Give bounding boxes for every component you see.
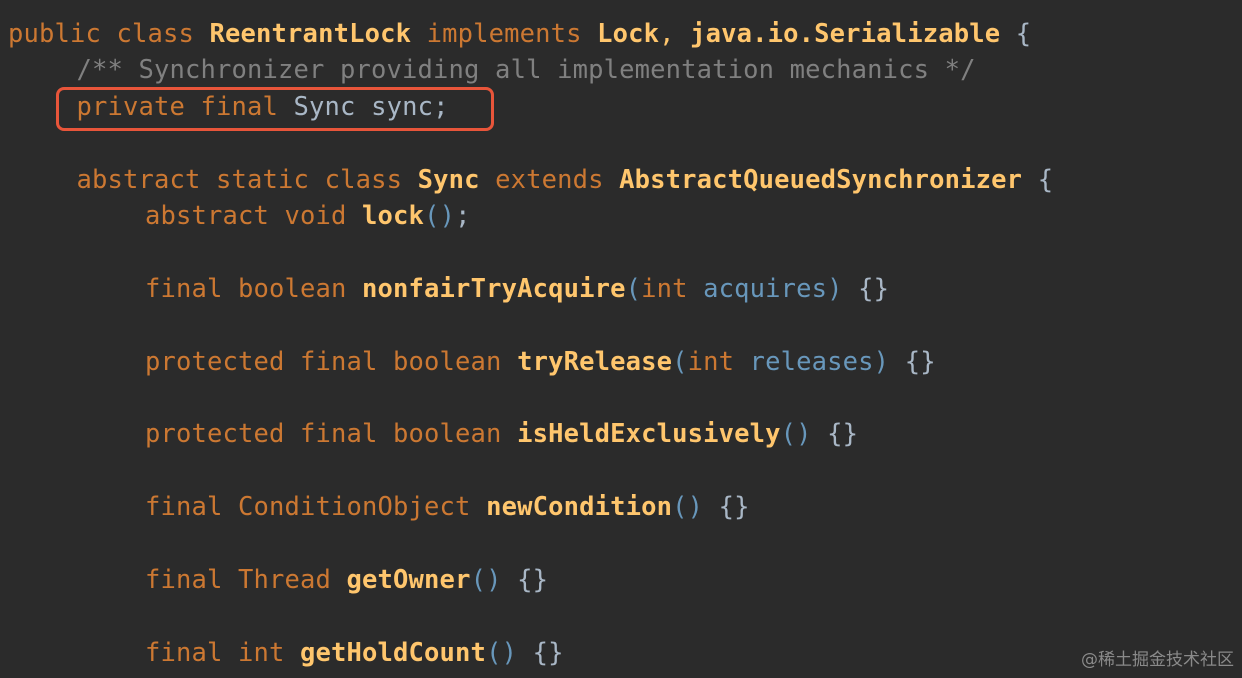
code-token: () — [486, 638, 533, 668]
code-token: Thread — [238, 565, 347, 595]
code-token: abstract — [76, 165, 217, 195]
code-token: ) — [873, 347, 905, 377]
code-token: {} — [858, 274, 890, 304]
code-token: getOwner — [346, 565, 471, 595]
code-token: isHeldExclusively — [517, 419, 781, 449]
code-line: protected final boolean tryRelease(int r… — [145, 344, 936, 380]
code-token: {} — [517, 565, 549, 595]
code-token: {} — [827, 419, 859, 449]
code-token: getHoldCount — [300, 638, 487, 668]
code-token: /** Synchronizer providing all implement… — [76, 55, 976, 85]
code-token: static — [216, 165, 325, 195]
code-token: boolean — [393, 419, 518, 449]
code-token: final — [145, 492, 239, 522]
code-token: {} — [904, 347, 936, 377]
code-token: lock — [362, 201, 425, 231]
code-token: implements — [426, 19, 598, 49]
code-line: final Thread getOwner() {} — [145, 562, 548, 598]
code-token: protected — [145, 419, 301, 449]
code-token: void — [284, 201, 363, 231]
code-token: nonfairTryAcquire — [362, 274, 626, 304]
code-line: /** Synchronizer providing all implement… — [77, 52, 976, 88]
code-token: Lock — [597, 19, 660, 49]
code-token: () — [780, 419, 828, 449]
code-token: () — [672, 492, 719, 522]
code-token: AbstractQueuedSynchronizer — [619, 165, 1038, 195]
code-token: final — [145, 274, 239, 304]
code-token: tryRelease — [517, 347, 673, 377]
code-token: ) — [827, 274, 859, 304]
highlight-box — [56, 87, 494, 131]
code-token: releases — [749, 347, 874, 377]
code-line: final int getHoldCount() {} — [145, 635, 564, 671]
code-token: ReentrantLock — [209, 19, 427, 49]
code-line: public class ReentrantLock implements Lo… — [8, 16, 1031, 52]
code-token: final — [145, 565, 239, 595]
code-line: final ConditionObject newCondition() {} — [145, 489, 750, 525]
code-line: abstract void lock(); — [145, 198, 471, 234]
code-token: () — [424, 201, 456, 231]
code-token: Sync — [417, 165, 496, 195]
code-token: java.io.Serializable — [690, 19, 1016, 49]
code-token: int — [641, 274, 704, 304]
code-token: , — [659, 19, 691, 49]
code-line: abstract static class Sync extends Abstr… — [77, 162, 1054, 198]
code-line: final boolean nonfairTryAcquire(int acqu… — [145, 271, 889, 307]
code-token: newCondition — [486, 492, 673, 522]
code-token: protected — [145, 347, 301, 377]
code-token: final — [145, 638, 239, 668]
code-token: public — [8, 19, 117, 49]
code-token: class — [116, 19, 210, 49]
code-token: int — [238, 638, 301, 668]
code-token: {} — [532, 638, 564, 668]
code-token: boolean — [393, 347, 518, 377]
code-token: class — [324, 165, 418, 195]
code-token: boolean — [238, 274, 363, 304]
code-line: protected final boolean isHeldExclusivel… — [145, 416, 858, 452]
code-token: ConditionObject — [238, 492, 487, 522]
code-token: final — [300, 347, 394, 377]
code-token: abstract — [145, 201, 285, 231]
code-token: { — [1037, 165, 1054, 195]
code-token: ( — [625, 274, 642, 304]
code-token: extends — [495, 165, 620, 195]
code-token: () — [470, 565, 518, 595]
code-token: ( — [672, 347, 688, 377]
code-token: ; — [455, 201, 471, 231]
code-token: final — [300, 419, 394, 449]
code-token: {} — [718, 492, 750, 522]
watermark: @稀土掘金技术社区 — [1081, 650, 1234, 670]
code-token: int — [687, 347, 750, 377]
code-token: acquires — [703, 274, 828, 304]
code-token: { — [1015, 19, 1032, 49]
